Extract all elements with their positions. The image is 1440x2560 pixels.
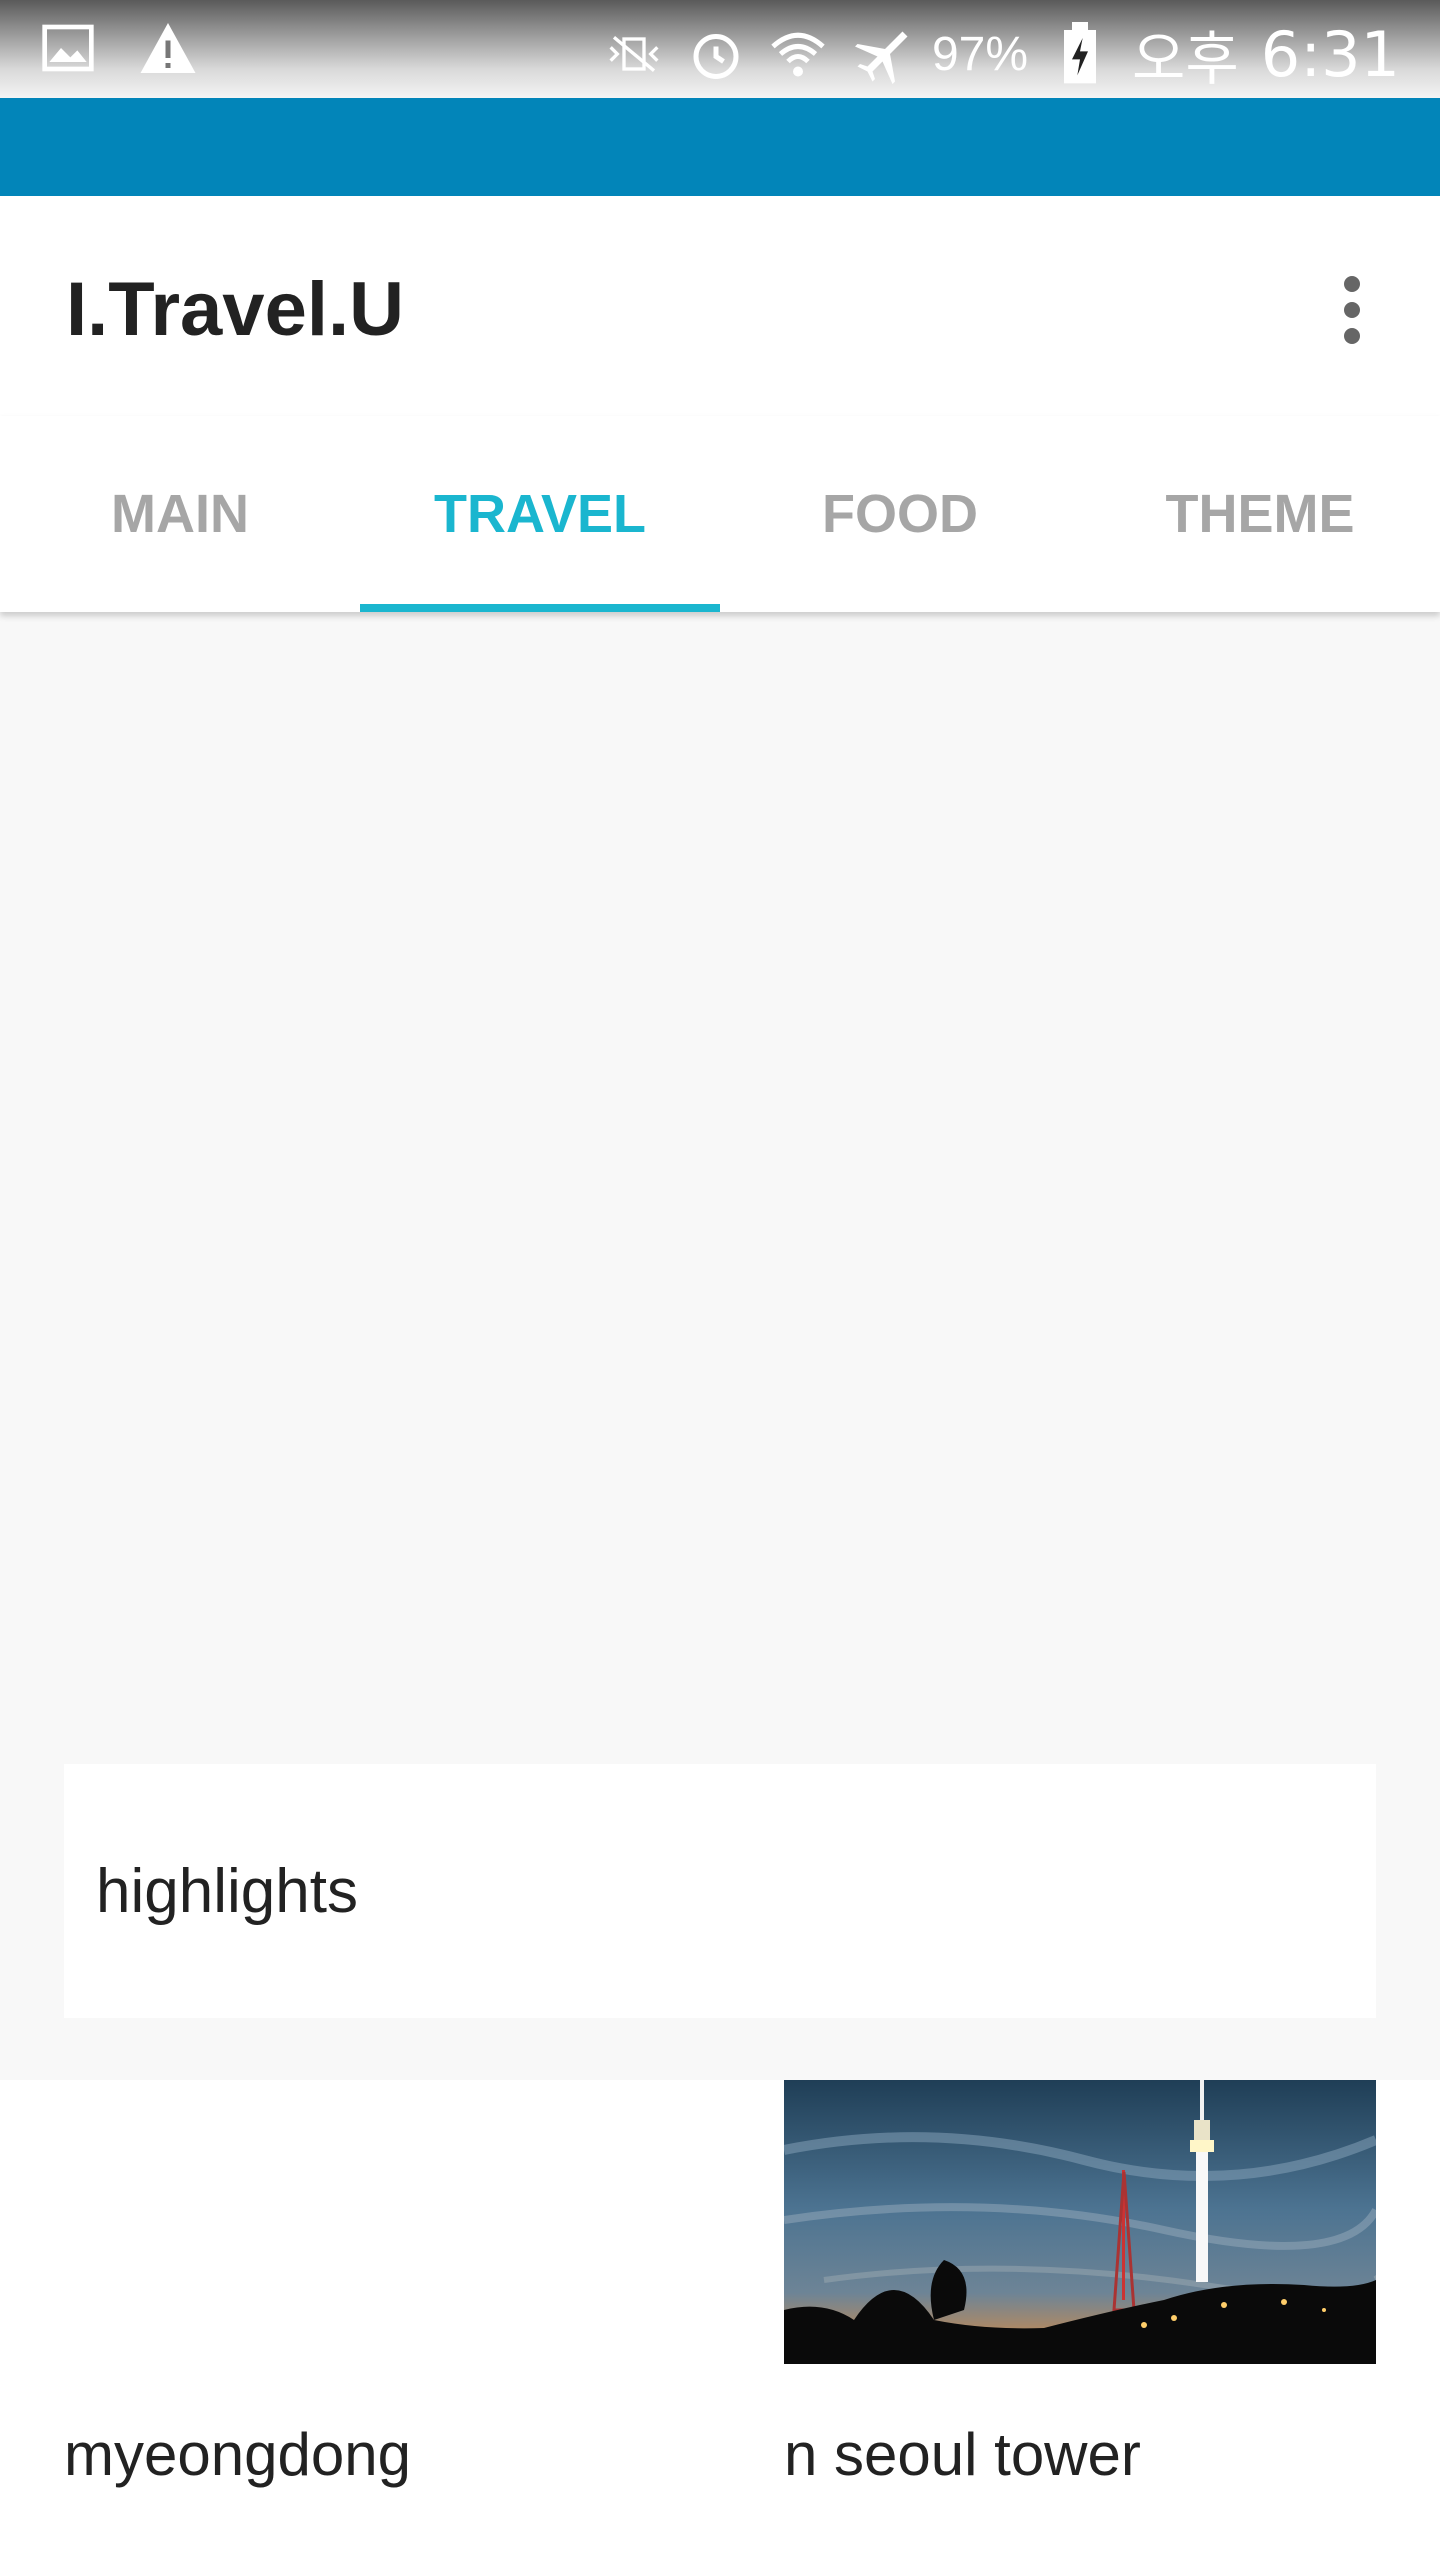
place-name: n seoul tower — [784, 2421, 1141, 2488]
tab-travel[interactable]: TRAVEL — [360, 416, 720, 612]
wifi-icon — [768, 24, 828, 84]
content-area: highlights — [0, 612, 1440, 2080]
overflow-dot — [1344, 302, 1360, 318]
tab-main[interactable]: MAIN — [0, 416, 360, 612]
status-ampm: 오후 — [1132, 25, 1239, 93]
overflow-dot — [1344, 276, 1360, 292]
place-card-n-seoul-tower[interactable]: n seoul tower — [783, 2080, 1383, 2488]
overflow-dot — [1344, 328, 1360, 344]
status-bar-left — [38, 18, 198, 78]
image-notification-icon — [38, 18, 98, 78]
battery-charging-icon — [1050, 22, 1110, 84]
app-title: I.Travel.U — [66, 267, 404, 352]
place-name: myeongdong — [64, 2421, 411, 2488]
status-time: 6:31 — [1260, 17, 1400, 91]
highlights-label: highlights — [96, 1856, 358, 1926]
highlights-card[interactable]: highlights — [64, 1764, 1376, 2018]
battery-percentage: 97% — [931, 27, 1029, 81]
more-vert-icon[interactable] — [1320, 270, 1384, 350]
status-bar-right: 97% 오후 6:31 — [604, 12, 1400, 96]
tab-bar: MAIN TRAVEL FOOD THEME — [0, 416, 1440, 612]
color-strip — [0, 98, 1440, 196]
tab-food[interactable]: FOOD — [720, 416, 1080, 612]
place-thumbnail — [64, 2080, 656, 2364]
n-seoul-tower-photo — [783, 2080, 1383, 2364]
alarm-icon — [686, 24, 746, 84]
airplane-mode-icon — [850, 24, 910, 84]
warning-icon — [138, 18, 198, 78]
places-grid: myeongdong n seoul tower — [0, 2080, 1440, 2560]
place-card-myeongdong[interactable]: myeongdong — [64, 2080, 656, 2488]
tab-theme[interactable]: THEME — [1080, 416, 1440, 612]
status-bar: 97% 오후 6:31 — [0, 0, 1440, 98]
vibrate-icon — [604, 24, 664, 84]
app-bar: I.Travel.U — [0, 196, 1440, 416]
